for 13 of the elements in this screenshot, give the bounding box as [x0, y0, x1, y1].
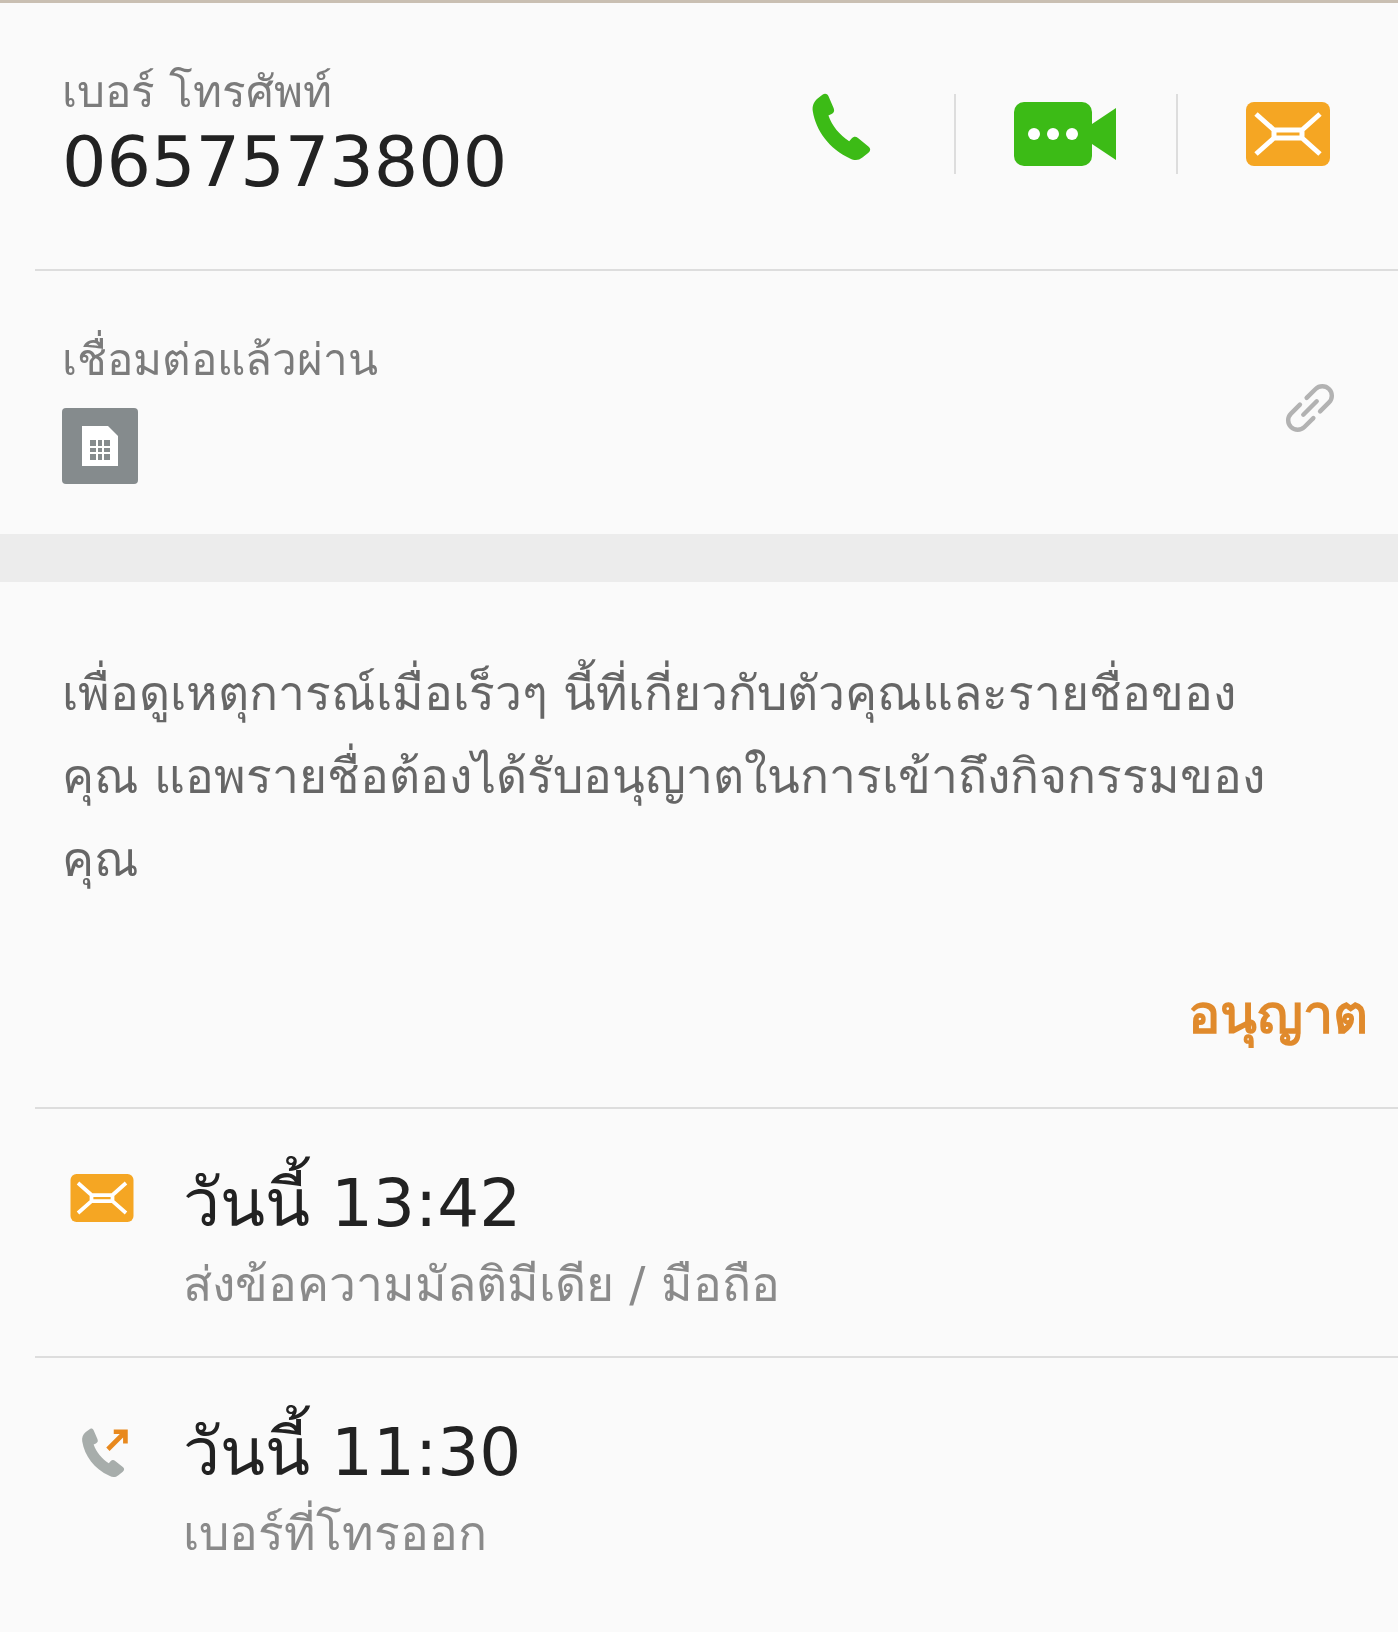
history-detail: เบอร์ที่โทรออก — [183, 1501, 522, 1565]
phone-number: 0657573800 — [62, 120, 508, 205]
history-detail: ส่งข้อความมัลติมีเดีย / มือถือ — [183, 1255, 780, 1315]
sim-card-icon — [62, 408, 138, 485]
history-time: วันนี้ 13:42 — [183, 1154, 780, 1254]
field-label: เชื่อมต่อแล้วผ่าน — [62, 331, 378, 389]
envelope-icon — [70, 1174, 134, 1223]
envelope-icon — [1246, 101, 1330, 166]
history-item[interactable]: วันนี้ 13:42 ส่งข้อความมัลติมีเดีย / มือถือ — [0, 1109, 1398, 1356]
history-item[interactable]: วันนี้ 11:30 เบอร์ที่โทรออก — [0, 1357, 1398, 1605]
field-label: เบอร์ โทรศัพท์ — [62, 65, 333, 119]
permission-message: เพื่อดูเหตุการณ์เมื่อเร็วๆ นี้ที่เกี่ยวกับตัวคุณและรายชื่อของคุณ แอพรายชื่อต้องได้รับอนุญาตในการเข้าถึงกิจกรรมของคุณ — [0, 582, 1398, 902]
video-camera-icon — [1014, 101, 1118, 166]
